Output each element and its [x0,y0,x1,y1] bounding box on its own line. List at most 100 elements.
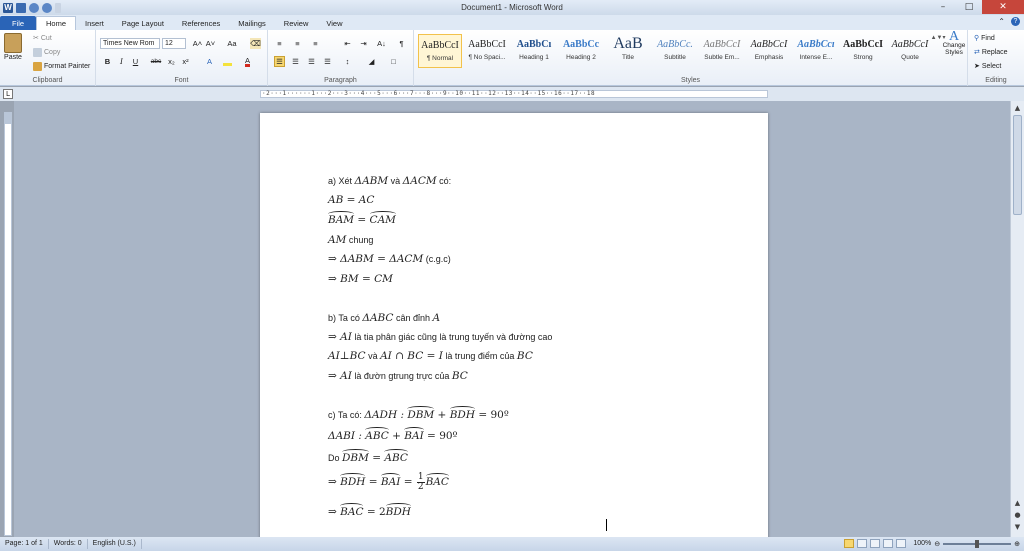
select-button[interactable]: ➤ Select [974,62,1001,71]
customize-qat-icon[interactable] [55,2,61,13]
subscript-button[interactable]: x₂ [166,56,177,67]
justify-icon[interactable]: ☰ [322,56,333,67]
line-spacing-icon[interactable]: ↕ [342,56,353,67]
font-size-select[interactable]: 12 [162,38,186,49]
line-c5: ⇒ BAC = 2BDH [328,503,412,518]
show-marks-button[interactable]: ¶ [396,38,407,49]
change-styles-button[interactable]: A Change Styles [940,30,968,57]
format-painter-button[interactable]: Format Painter [33,62,90,71]
decrease-indent-icon[interactable]: ⇤ [342,38,353,49]
maximize-button[interactable]: □ [956,0,982,14]
redo-icon[interactable] [42,2,52,13]
window-controls: – □ ✕ [930,0,1024,14]
font-name-select[interactable]: Times New Rom [100,38,160,49]
tab-file[interactable]: File [0,16,36,30]
align-center-icon[interactable]: ☰ [290,56,301,67]
line-a1: a) Xét ΔABM và ΔACM có: [328,175,452,187]
style-heading-2[interactable]: AaBbCc Heading 2 [559,34,603,68]
style-no-spacing[interactable]: AaBbCcI ¶ No Spaci... [465,34,509,68]
style-title[interactable]: AaB Title [606,34,650,68]
zoom-slider[interactable] [943,539,1012,548]
tab-home[interactable]: Home [36,16,77,30]
sort-button[interactable]: A↓ [376,38,387,49]
copy-button[interactable]: Copy [33,48,60,57]
borders-icon[interactable]: □ [388,56,399,67]
style-subtle-emphasis[interactable]: AaBbCcI Subtle Em... [700,34,744,68]
numbering-icon[interactable]: ≡ [292,38,303,49]
vertical-ruler[interactable] [4,112,12,536]
minimize-ribbon-icon[interactable]: ⌃ [998,17,1005,26]
horizontal-ruler[interactable]: L ·2···1······1···2···3···4···5···6···7·… [0,87,1024,101]
tab-references[interactable]: References [173,16,229,30]
tab-view[interactable]: View [317,16,351,30]
close-button[interactable]: ✕ [982,0,1024,14]
paste-button[interactable]: Paste [4,33,22,61]
minimize-button[interactable]: – [930,0,956,14]
scroll-thumb[interactable] [1013,115,1022,215]
document-page[interactable]: a) Xét ΔABM và ΔACM có: AB = AC BAM = CA… [260,113,768,537]
style-emphasis[interactable]: AaBbCcI Emphasis [747,34,791,68]
document-area[interactable]: a) Xét ΔABM và ΔACM có: AB = AC BAM = CA… [14,101,1010,537]
increase-indent-icon[interactable]: ⇥ [358,38,369,49]
multilevel-list-icon[interactable]: ≡ [310,38,321,49]
cut-button[interactable]: ✂ Cut [33,34,52,43]
print-layout-view-icon[interactable] [844,539,855,548]
change-case-button[interactable]: Aa [224,38,240,49]
zoom-level[interactable]: 100% [913,540,931,547]
italic-button[interactable]: I [116,56,127,67]
tab-page-layout[interactable]: Page Layout [113,16,173,30]
find-button[interactable]: ⚲ Find [974,34,995,43]
style-heading-1[interactable]: AaBbCı Heading 1 [512,34,556,68]
clear-formatting-icon[interactable]: ⌫ [250,38,261,49]
style-intense-emphasis[interactable]: AaBbCcı Intense E... [794,34,838,68]
style-strong[interactable]: AaBbCcI Strong [841,34,885,68]
strikethrough-button[interactable]: abc [148,56,164,67]
language-indicator[interactable]: English (U.S.) [88,539,142,549]
grow-font-button[interactable]: A˄ [192,38,203,49]
binoculars-icon: ⚲ [974,35,980,42]
bold-button[interactable]: B [102,56,113,67]
text-effects-icon[interactable]: A [204,56,215,67]
font-color-button[interactable]: A [242,56,253,67]
tab-insert[interactable]: Insert [76,16,113,30]
zoom-out-icon[interactable]: ⊖ [934,540,940,548]
vertical-scrollbar[interactable]: ▲ ▲ ● ▼ [1010,101,1024,537]
tab-review[interactable]: Review [275,16,318,30]
web-layout-icon[interactable] [870,539,881,548]
align-left-icon[interactable]: ☰ [274,56,285,67]
style-normal[interactable]: AaBbCcI ¶ Normal [418,34,462,68]
next-page-icon[interactable]: ▼ [1013,522,1022,531]
page-count[interactable]: Page: 1 of 1 [0,539,49,549]
tab-selector[interactable]: L [3,89,13,99]
undo-icon[interactable] [29,2,39,13]
replace-button[interactable]: ⇄ Replace [974,48,1008,57]
line-a4: AM chung [328,234,374,246]
help-icon[interactable]: ? [1011,17,1020,26]
zoom-slider-knob[interactable] [975,539,980,548]
style-quote[interactable]: AaBbCcI Quote [888,34,932,68]
draft-view-icon[interactable] [896,539,907,548]
bullets-icon[interactable]: ≡ [274,38,285,49]
highlight-color-button[interactable] [222,56,233,67]
style-subtitle[interactable]: AaBbCc. Subtitle [653,34,697,68]
line-b1: b) Ta có ΔABC cân đỉnh A [328,312,441,324]
zoom-in-icon[interactable]: ⊕ [1014,540,1020,548]
underline-button[interactable]: U [130,56,141,67]
shrink-font-button[interactable]: A˅ [205,38,216,49]
save-icon[interactable] [16,2,26,13]
status-bar: Page: 1 of 1 Words: 0 English (U.S.) 100… [0,537,1024,551]
quick-access-toolbar: W [0,2,61,13]
scroll-up-icon[interactable]: ▲ [1013,103,1022,112]
word-count[interactable]: Words: 0 [49,539,88,549]
align-right-icon[interactable]: ☰ [306,56,317,67]
styles-group-label: Styles [680,77,701,84]
word-app-icon[interactable]: W [3,2,13,13]
replace-icon: ⇄ [974,49,980,56]
full-screen-reading-icon[interactable] [857,539,868,548]
prev-page-icon[interactable]: ▲ [1013,498,1022,507]
shading-icon[interactable]: ◢ [366,56,377,67]
tab-mailings[interactable]: Mailings [229,16,275,30]
superscript-button[interactable]: x² [180,56,191,67]
browse-object-icon[interactable]: ● [1013,510,1022,519]
outline-view-icon[interactable] [883,539,894,548]
